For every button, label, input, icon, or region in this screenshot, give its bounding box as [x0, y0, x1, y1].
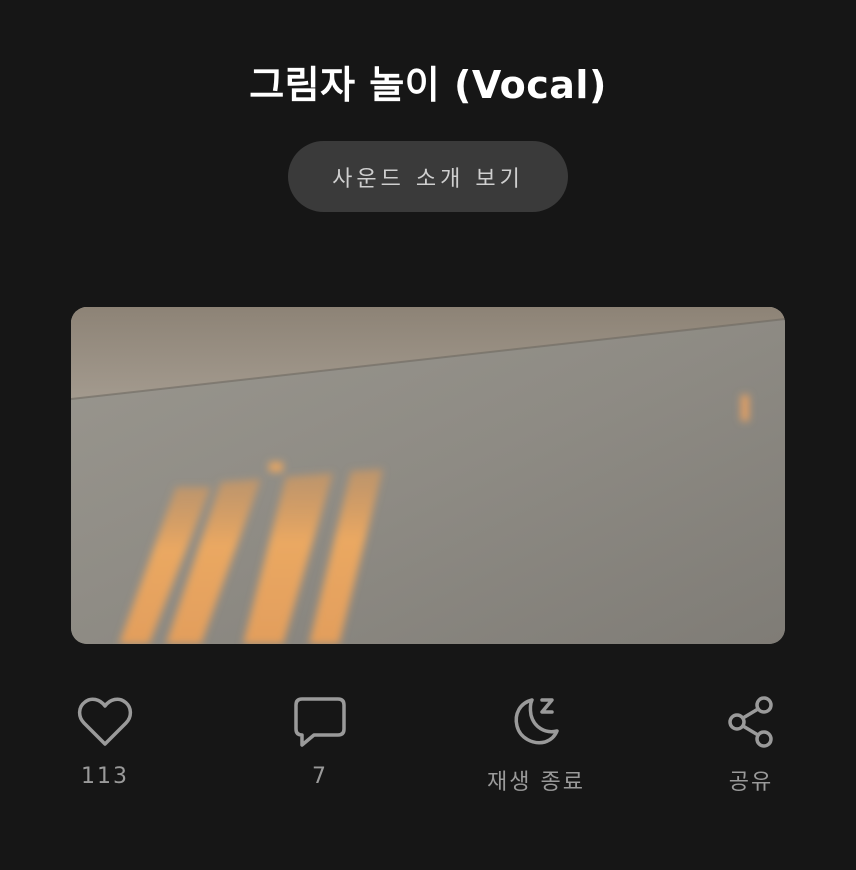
sound-cover-image: [71, 307, 785, 644]
action-bar: 113 7 재생 종료 공유: [0, 690, 856, 810]
like-count: 113: [81, 764, 129, 789]
sleep-timer-button[interactable]: 재생 종료: [456, 690, 616, 810]
heart-icon: [75, 690, 135, 754]
share-button[interactable]: 공유: [671, 690, 831, 810]
share-label: 공유: [728, 770, 774, 795]
sound-title: 그림자 놀이 (Vocal): [249, 63, 607, 107]
share-icon: [721, 690, 781, 754]
comment-count: 7: [312, 764, 328, 789]
comment-button[interactable]: 7: [240, 690, 400, 810]
sleep-timer-label: 재생 종료: [487, 770, 585, 795]
moon-sleep-icon: [506, 690, 566, 754]
sound-intro-button[interactable]: 사운드 소개 보기: [288, 141, 568, 212]
like-button[interactable]: 113: [25, 690, 185, 810]
comment-icon: [290, 690, 350, 754]
